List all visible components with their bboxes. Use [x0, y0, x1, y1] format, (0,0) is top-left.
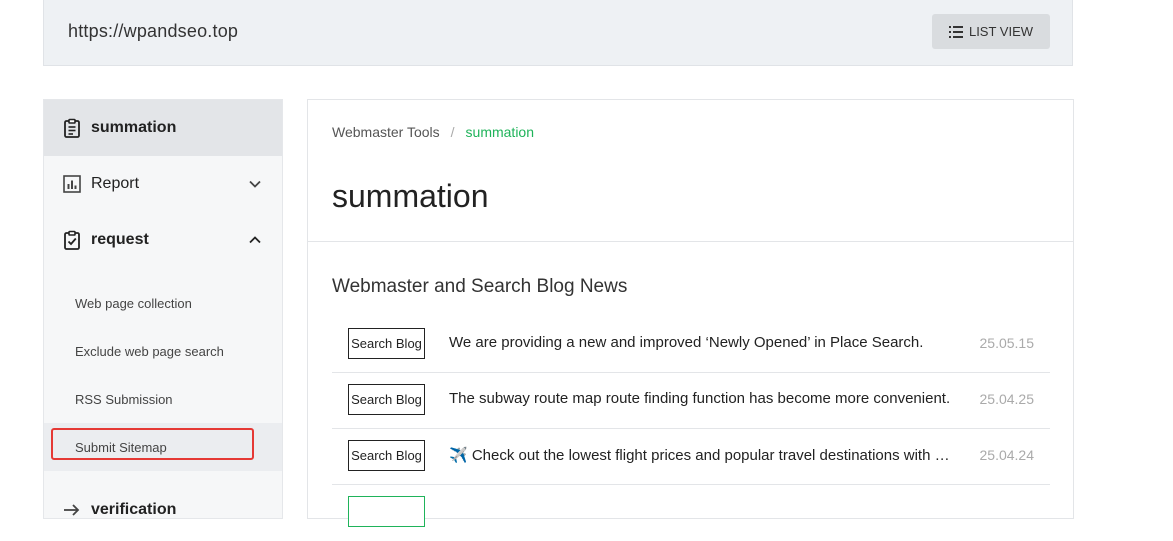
main-panel: Webmaster Tools / summation summation Webm… [307, 99, 1074, 527]
breadcrumb: Webmaster Tools / summation [332, 124, 534, 140]
news-row[interactable]: Search Blog We are providing a new and i… [332, 317, 1050, 373]
bar-chart-icon [63, 175, 81, 193]
subitem-label: Submit Sitemap [75, 439, 167, 455]
news-date: 25.05.15 [979, 335, 1035, 351]
sidebar-item-verification[interactable]: verification [44, 482, 282, 538]
breadcrumb-root[interactable]: Webmaster Tools [332, 124, 440, 140]
news-title[interactable]: ✈️ Check out the lowest flight prices an… [449, 446, 951, 464]
subitem-label: Exclude web page search [75, 343, 224, 359]
sidebar-item-label: request [91, 231, 149, 248]
news-date: 25.04.25 [979, 391, 1035, 407]
subitem-label: RSS Submission [75, 391, 173, 407]
news-list: Search Blog We are providing a new and i… [332, 317, 1050, 541]
news-row[interactable] [332, 485, 1050, 541]
arrow-right-icon [64, 504, 80, 516]
sidebar-subitem-exclude-web-page-search[interactable]: Exclude web page search [44, 327, 282, 375]
sidebar-item-label: Report [91, 175, 140, 192]
sidebar-subitem-rss-submission[interactable]: RSS Submission [44, 375, 282, 423]
news-title[interactable]: The subway route map route finding funct… [449, 390, 951, 407]
list-view-button[interactable]: LIST VIEW [932, 14, 1050, 49]
top-bar: https://wpandseo.top LIST VIEW [43, 0, 1073, 66]
category-badge: Search Blog [348, 384, 425, 415]
sidebar-subitem-web-page-collection[interactable]: Web page collection [44, 279, 282, 327]
category-badge: Search Blog [348, 440, 425, 471]
sidebar-item-label: summation [91, 119, 177, 136]
category-badge [348, 496, 425, 527]
sidebar-item-report[interactable]: Report [44, 156, 282, 212]
news-row[interactable]: Search Blog ✈️ Check out the lowest flig… [332, 429, 1050, 485]
clipboard-check-icon [64, 230, 80, 250]
chevron-up-icon[interactable] [248, 233, 262, 247]
sidebar-item-request[interactable]: request [44, 212, 282, 268]
subitem-label: Web page collection [75, 295, 192, 311]
clipboard-icon [64, 118, 80, 138]
divider [308, 241, 1073, 242]
sidebar-item-summation[interactable]: summation [44, 100, 282, 156]
site-url: https://wpandseo.top [68, 21, 239, 41]
news-date: 25.04.24 [979, 447, 1035, 463]
chevron-down-icon[interactable] [248, 177, 262, 191]
breadcrumb-current: summation [465, 124, 534, 140]
news-title[interactable]: We are providing a new and improved ‘New… [449, 334, 951, 351]
list-view-label: LIST VIEW [968, 24, 1034, 39]
category-badge: Search Blog [348, 328, 425, 359]
page-title: summation [332, 178, 489, 214]
news-row[interactable]: Search Blog The subway route map route f… [332, 373, 1050, 429]
sidebar-subitem-submit-sitemap[interactable]: Submit Sitemap [44, 423, 282, 471]
sidebar-item-label: verification [91, 501, 177, 518]
section-title: Webmaster and Search Blog News [332, 276, 628, 297]
sidebar: summation Report request Web page collec… [43, 99, 283, 519]
list-icon [948, 25, 963, 38]
breadcrumb-separator: / [450, 124, 455, 140]
